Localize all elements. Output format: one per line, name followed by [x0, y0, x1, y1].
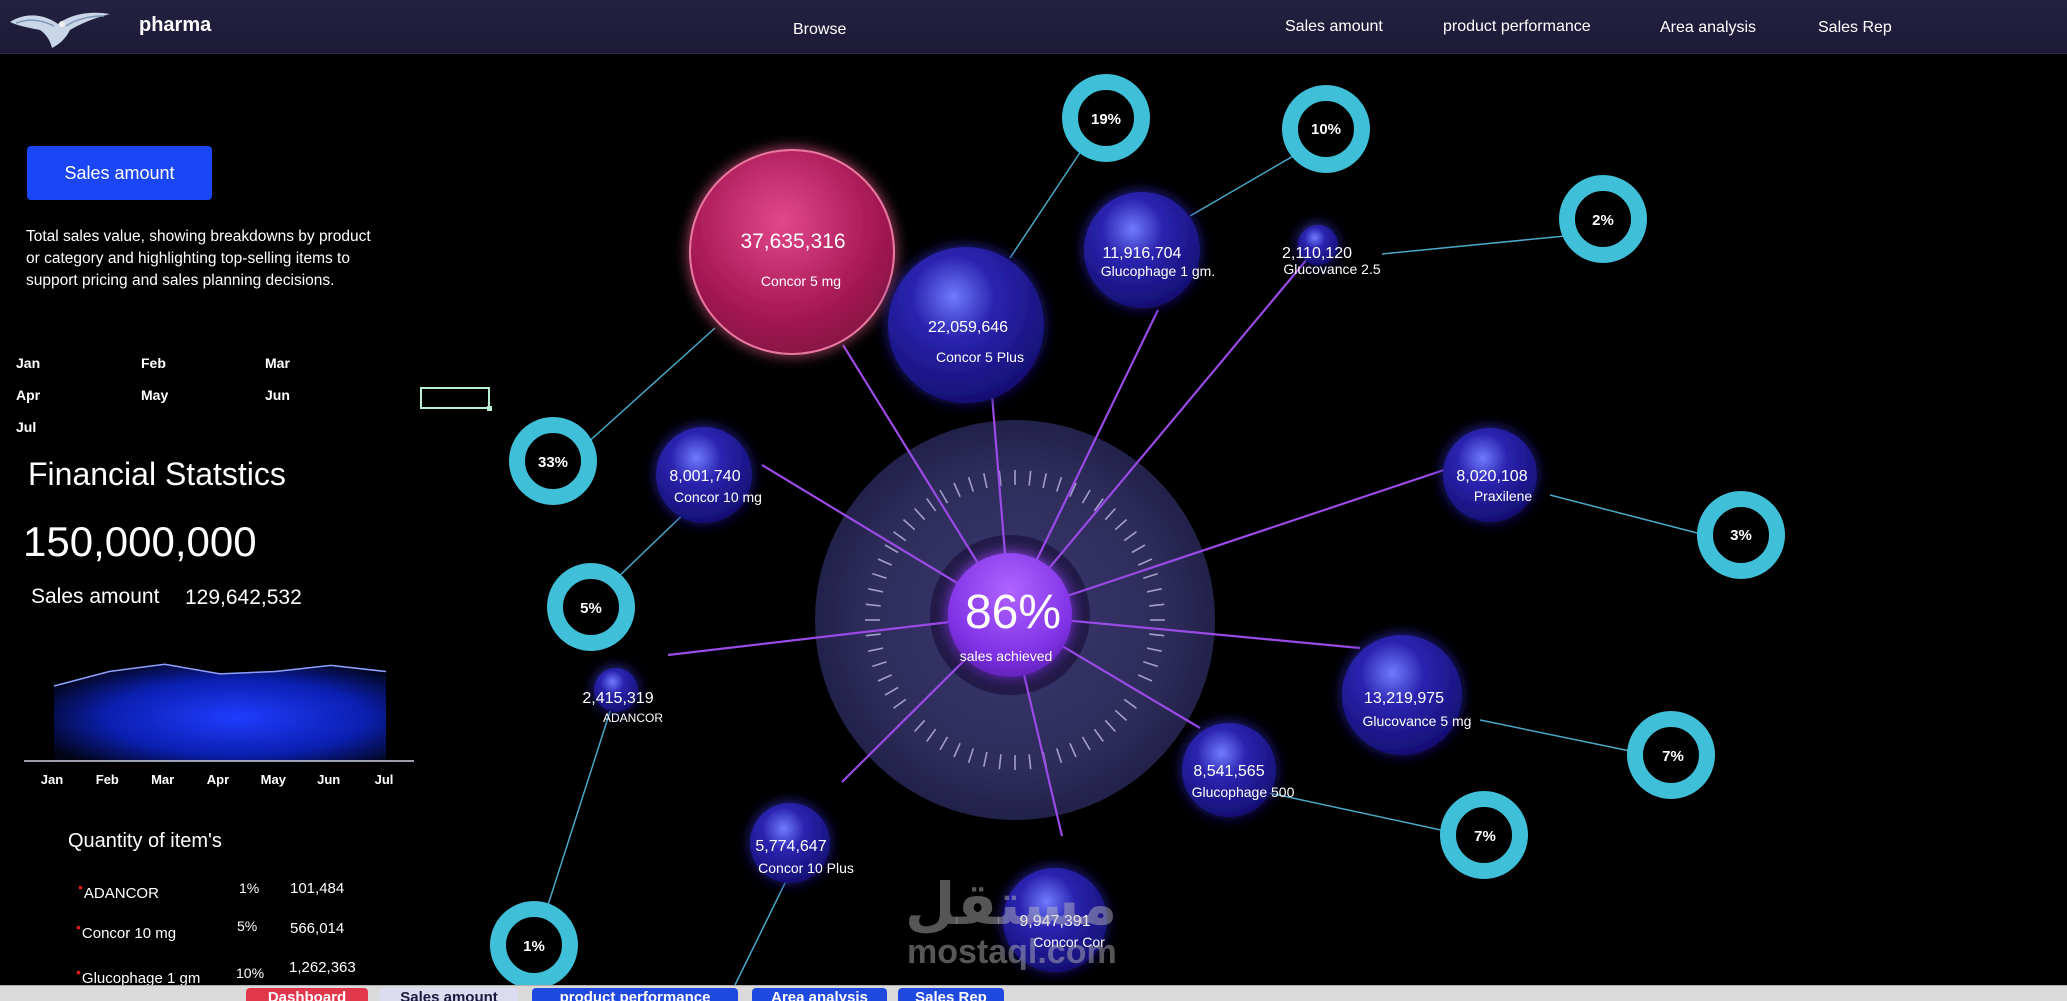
bubble-value: 2,415,319	[582, 690, 653, 707]
sales-achieved-center: 86% sales achieved	[948, 553, 1072, 677]
connector-line	[1550, 495, 1705, 535]
bubble-label: Glucophage 1 gm.	[1101, 263, 1215, 279]
bubble-glucophage-500[interactable]: 8,541,565 Glucophage 500	[1182, 723, 1295, 817]
bubble-label: Concor 10 mg	[674, 489, 762, 505]
bubble-praxilene[interactable]: 8,020,108 Praxilene	[1443, 428, 1537, 522]
sales-achieved-label: sales achieved	[960, 648, 1053, 664]
bubble-value: 8,020,108	[1456, 468, 1527, 485]
pct-ring: 2%	[1567, 183, 1639, 255]
sales-achieved-percent: 86%	[965, 586, 1061, 639]
connector-line	[1480, 720, 1635, 752]
bubble-value: 13,219,975	[1364, 690, 1444, 707]
ring-percent: 10%	[1311, 121, 1341, 138]
pct-ring: 1%	[498, 909, 570, 981]
bubble-label: Glucophage 500	[1192, 784, 1295, 800]
bubble-label: Concor 5 Plus	[936, 349, 1024, 365]
pct-ring: 7%	[1448, 799, 1520, 871]
bubble-value: 8,541,565	[1193, 763, 1264, 780]
ring-percent: 1%	[523, 938, 545, 955]
tab-sales-amount[interactable]: Sales amount	[380, 988, 518, 1001]
bubble-concor-5-plus[interactable]: 22,059,646 Concor 5 Plus	[888, 247, 1044, 403]
bubble-label: ADANCOR	[603, 711, 663, 725]
bubble-label: Glucovance 5 mg	[1363, 713, 1472, 729]
mostaql-watermark: مستقل mostaql.com	[905, 875, 1117, 969]
connector-line	[1010, 145, 1085, 258]
connector-line	[1382, 236, 1565, 254]
sheet-tab-bar: Dashboard Sales amount product performan…	[0, 985, 2067, 1001]
tab-product-performance[interactable]: product performance	[532, 988, 738, 1001]
connector-line	[735, 877, 788, 985]
bubble-value: 37,635,316	[740, 230, 845, 253]
ring-percent: 5%	[580, 600, 602, 617]
bubble-adancor[interactable]: 2,415,319 ADANCOR	[582, 668, 663, 725]
tab-sales-rep[interactable]: Sales Rep	[898, 988, 1004, 1001]
bubble-value: 8,001,740	[669, 468, 740, 485]
ring-percent: 2%	[1592, 212, 1614, 229]
connector-line	[585, 328, 715, 445]
bubble-label: Concor 10 Plus	[758, 860, 854, 876]
bubble-concor-10mg[interactable]: 8,001,740 Concor 10 mg	[656, 427, 762, 523]
bubble-glucovance-2-5[interactable]: 2,110,120 Glucovance 2.5	[1282, 225, 1381, 277]
ring-percent: 7%	[1474, 828, 1496, 845]
bubble-value: 11,916,704	[1103, 245, 1182, 262]
ring-percent: 33%	[538, 454, 568, 471]
watermark-arabic: مستقل	[905, 875, 1117, 935]
bubble-glucovance-5mg[interactable]: 13,219,975 Glucovance 5 mg	[1342, 635, 1471, 755]
bubble-concor-10-plus[interactable]: 5,774,647 Concor 10 Plus	[750, 803, 854, 883]
ring-percent: 3%	[1730, 527, 1752, 544]
pct-ring: 10%	[1290, 93, 1362, 165]
pct-ring: 7%	[1635, 719, 1707, 791]
ring-percent: 19%	[1091, 111, 1121, 128]
bubble-glucophage-1gm[interactable]: 11,916,704 Glucophage 1 gm.	[1084, 192, 1215, 308]
bubble-value: 5,774,647	[755, 838, 826, 855]
bubble-value: 22,059,646	[928, 319, 1008, 336]
connector-line	[548, 696, 615, 905]
pct-ring: 33%	[517, 425, 589, 497]
pct-ring: 5%	[555, 571, 627, 643]
bubble-label: Glucovance 2.5	[1283, 261, 1380, 277]
connector-line	[1190, 155, 1295, 216]
bubble-concor-5mg[interactable]: 37,635,316 Concor 5 mg	[690, 150, 894, 354]
watermark-latin: mostaql.com	[907, 935, 1117, 969]
pct-ring: 3%	[1705, 499, 1777, 571]
product-sales-bubble-chart: 37,635,316 Concor 5 mg 22,059,646 Concor…	[0, 0, 2067, 985]
bubble-label: Concor 5 mg	[761, 273, 841, 289]
tab-dashboard[interactable]: Dashboard	[246, 988, 368, 1001]
bubble-label: Praxilene	[1474, 488, 1533, 504]
tab-area-analysis[interactable]: Area analysis	[752, 988, 887, 1001]
ring-percent: 7%	[1662, 748, 1684, 765]
bubble-value: 2,110,120	[1282, 245, 1352, 262]
pct-ring: 19%	[1070, 82, 1142, 154]
